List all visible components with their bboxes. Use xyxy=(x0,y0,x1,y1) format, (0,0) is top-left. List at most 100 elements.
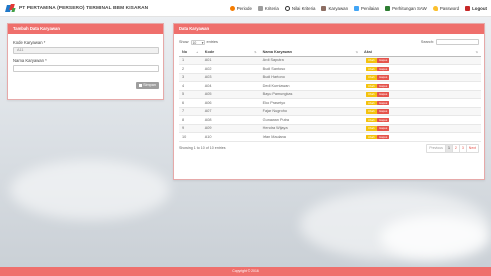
cell-nama: Eko Prasetyo xyxy=(259,98,361,108)
save-button[interactable]: Simpan xyxy=(136,82,159,89)
delete-button[interactable]: Hapus xyxy=(377,75,390,80)
cell-nama: Dedi Kurniawan xyxy=(259,81,361,91)
cell-no: 9 xyxy=(179,124,202,133)
pagination-page-2[interactable]: 2 xyxy=(451,144,459,152)
edit-button[interactable]: Ubah xyxy=(366,75,377,80)
pagination-previous[interactable]: Previous xyxy=(427,145,445,152)
delete-button[interactable]: Hapus xyxy=(377,100,390,105)
sort-icon: ⇅ xyxy=(355,49,358,54)
nav-item-nilai-kriteria[interactable]: Nilai Kriteria xyxy=(284,5,316,11)
delete-button[interactable]: Hapus xyxy=(377,134,390,139)
add-employee-panel-title: Tambah Data Karyawan xyxy=(8,24,163,34)
delete-button[interactable]: Hapus xyxy=(377,66,390,71)
delete-button[interactable]: Hapus xyxy=(377,109,390,114)
column-label: No xyxy=(182,49,188,54)
edit-button[interactable]: Ubah xyxy=(366,92,377,97)
table-body: 1 A01 Ardi Saputra Ubah Hapus 2 A02 Budi Santos… xyxy=(179,56,481,142)
employee-table: No ▲ Kode ⇅ Nama Karyawan ⇅ Aksi ⇅ 1 A01 Ardi … xyxy=(179,48,481,142)
cell-aksi: Ubah Hapus xyxy=(361,115,481,125)
nav-item-periode[interactable]: Periode xyxy=(229,5,252,11)
add-employee-panel: Tambah Data Karyawan Kode Karyawan * A11… xyxy=(7,23,164,100)
table-row: 4 A04 Dedi Kurniawan Ubah Hapus xyxy=(179,81,481,91)
background-cloud xyxy=(10,160,170,220)
users-icon xyxy=(321,5,327,11)
entries-select[interactable]: 10 ▾ xyxy=(190,39,205,45)
edit-button[interactable]: Ubah xyxy=(366,83,377,88)
sort-icon: ⇅ xyxy=(254,49,257,54)
delete-button[interactable]: Hapus xyxy=(377,117,390,122)
cell-kode: A03 xyxy=(201,73,260,82)
cell-nama: Fajar Nugroho xyxy=(259,107,361,116)
nav-item-logout[interactable]: Logout xyxy=(465,5,487,11)
edit-button[interactable]: Ubah xyxy=(366,58,377,63)
table-footer: Showing 1 to 10 of 10 entries Previous 1… xyxy=(174,142,484,153)
cell-nama: Irfan Maulana xyxy=(259,132,361,142)
kode-label: Kode Karyawan * xyxy=(13,40,46,45)
employee-table-panel: Data Karyawan Show 10 ▾ entries Search: N… xyxy=(173,23,485,180)
nav-label: Penilaian xyxy=(361,5,380,11)
edit-button[interactable]: Ubah xyxy=(366,100,377,105)
table-icon xyxy=(385,5,391,11)
nav-label: Logout xyxy=(472,5,487,11)
nav-item-karyawan[interactable]: Karyawan xyxy=(321,5,348,11)
nav-item-penilaian[interactable]: Penilaian xyxy=(354,5,380,11)
search-input[interactable] xyxy=(436,39,479,45)
cell-aksi: Ubah Hapus xyxy=(361,124,481,133)
cell-no: 8 xyxy=(179,115,202,125)
table-row: 2 A02 Budi Santoso Ubah Hapus xyxy=(179,64,481,74)
cell-kode: A07 xyxy=(201,107,260,116)
cell-aksi: Ubah Hapus xyxy=(361,56,481,65)
pagination-page-3[interactable]: 3 xyxy=(458,144,466,152)
cell-kode: A05 xyxy=(201,90,260,99)
table-controls: Show 10 ▾ entries Search: xyxy=(174,34,484,46)
table-row: 7 A07 Fajar Nugroho Ubah Hapus xyxy=(179,107,481,116)
cell-no: 10 xyxy=(179,132,202,142)
nav-item-password[interactable]: Password xyxy=(432,5,460,11)
delete-button[interactable]: Hapus xyxy=(377,58,390,63)
cell-kode: A09 xyxy=(201,124,260,133)
brand[interactable]: PT PERTAMINA (PERSERO) TERMINAL BBM KISA… xyxy=(5,3,148,13)
kode-field[interactable]: A11 xyxy=(13,47,159,54)
cell-aksi: Ubah Hapus xyxy=(361,107,481,116)
entries-control: Show 10 ▾ entries xyxy=(179,39,218,45)
copyright-text: Copyright © 2016 xyxy=(232,269,259,273)
edit-button[interactable]: Ubah xyxy=(366,126,377,131)
top-navbar: PT PERTAMINA (PERSERO) TERMINAL BBM KISA… xyxy=(0,0,491,17)
main-nav: Periode Kriteria Nilai Kriteria Karyawan… xyxy=(229,5,487,11)
cell-no: 7 xyxy=(179,107,202,116)
nav-label: Password xyxy=(439,5,460,11)
column-header-no[interactable]: No ▲ xyxy=(179,48,202,57)
nav-label: Periode xyxy=(236,5,252,11)
edit-button[interactable]: Ubah xyxy=(366,109,377,114)
cell-no: 4 xyxy=(179,81,202,91)
nav-item-perhitungan-saw[interactable]: Perhitungan SAW xyxy=(385,5,427,11)
logout-icon xyxy=(465,5,471,11)
nav-label: Nilai Kriteria xyxy=(291,5,316,11)
sort-icon: ⇅ xyxy=(475,49,478,54)
table-row: 1 A01 Ardi Saputra Ubah Hapus xyxy=(179,56,481,65)
edit-button[interactable]: Ubah xyxy=(366,134,377,139)
nama-field[interactable] xyxy=(13,65,159,72)
edit-button[interactable]: Ubah xyxy=(366,117,377,122)
delete-button[interactable]: Hapus xyxy=(377,126,390,131)
nav-label: Kriteria xyxy=(264,5,279,11)
pagination-page-1[interactable]: 1 xyxy=(444,144,452,152)
search-label: Search: xyxy=(420,40,434,44)
cell-aksi: Ubah Hapus xyxy=(361,64,481,74)
cell-nama: Budi Hartono xyxy=(259,73,361,82)
column-header-aksi[interactable]: Aksi ⇅ xyxy=(361,48,481,57)
edit-button[interactable]: Ubah xyxy=(366,66,377,71)
cell-kode: A10 xyxy=(201,132,260,142)
cell-nama: Gunawan Putra xyxy=(259,115,361,125)
nav-item-kriteria[interactable]: Kriteria xyxy=(257,5,279,11)
delete-button[interactable]: Hapus xyxy=(377,92,390,97)
delete-button[interactable]: Hapus xyxy=(377,83,390,88)
column-label: Aksi xyxy=(364,49,373,54)
cell-nama: Bayu Pamungkas xyxy=(259,90,361,99)
column-header-nama[interactable]: Nama Karyawan ⇅ xyxy=(259,48,361,57)
show-label: Show xyxy=(179,40,189,44)
cell-nama: Budi Santoso xyxy=(259,64,361,74)
column-header-kode[interactable]: Kode ⇅ xyxy=(201,48,260,57)
pagination-next[interactable]: Next xyxy=(465,144,478,152)
list-icon xyxy=(257,5,263,11)
